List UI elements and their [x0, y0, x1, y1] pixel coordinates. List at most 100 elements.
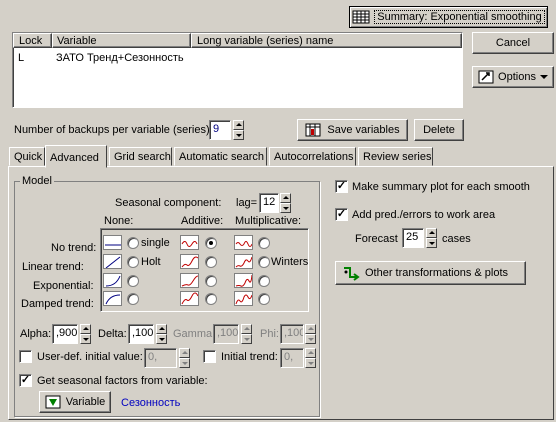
forecast-unit-label: cases	[442, 233, 471, 245]
spin-up-icon[interactable]	[241, 324, 252, 334]
radio-no-trend-none[interactable]	[127, 237, 139, 249]
column-header-long-name[interactable]: Long variable (series) name	[191, 33, 462, 48]
gamma-input[interactable]: ,100	[213, 324, 239, 344]
spin-up-icon[interactable]	[156, 324, 167, 334]
summary-plot-checkbox[interactable]: ✓	[335, 180, 348, 193]
other-transformations-button[interactable]: Other transformations & plots	[335, 261, 526, 285]
radio-no-trend-additive[interactable]	[205, 237, 217, 249]
radio-exponential-none[interactable]	[127, 275, 139, 287]
variable-button-label: Variable	[65, 396, 106, 408]
options-icon	[478, 70, 494, 84]
transform-icon	[344, 267, 360, 281]
radio-damped-trend-none[interactable]	[127, 293, 139, 305]
alpha-spinner[interactable]	[80, 324, 91, 344]
variable-button[interactable]: Variable	[39, 391, 111, 413]
radio-exponential-additive[interactable]	[205, 275, 217, 287]
no-trend-none-icon	[103, 235, 122, 250]
spin-down-icon[interactable]	[80, 334, 91, 344]
add-pred-errors-checkbox[interactable]: ✓	[335, 208, 348, 221]
lag-label: lag=	[236, 197, 258, 209]
holt-label: Holt	[141, 256, 161, 268]
table-icon	[352, 10, 370, 24]
alpha-input[interactable]: ,900	[52, 324, 78, 344]
backups-input[interactable]: 9	[209, 120, 231, 140]
seasonal-factors-checkbox[interactable]: ✓	[19, 374, 32, 387]
radio-linear-trend-multiplicative[interactable]	[258, 256, 270, 268]
forecast-label: Forecast	[355, 233, 398, 245]
user-def-initial-spinner[interactable]	[179, 348, 190, 368]
tab-autocorrelations[interactable]: Autocorrelations	[269, 147, 356, 166]
radio-damped-trend-additive[interactable]	[205, 293, 217, 305]
spin-up-icon[interactable]	[80, 324, 91, 334]
spin-down-icon[interactable]	[305, 358, 316, 368]
no-trend-additive-icon	[180, 235, 199, 250]
spin-up-icon[interactable]	[233, 120, 244, 130]
spin-down-icon[interactable]	[156, 334, 167, 344]
initial-trend-label: Initial trend:	[221, 351, 278, 363]
damped-trend-none-icon	[103, 291, 122, 306]
spin-down-icon[interactable]	[426, 238, 437, 248]
lag-spinner[interactable]	[280, 193, 291, 213]
forecast-input[interactable]: 25	[402, 228, 424, 248]
radio-linear-trend-additive[interactable]	[205, 256, 217, 268]
row-label-no-trend: No trend:	[51, 242, 97, 254]
seasonal-factors-label: Get seasonal factors from variable:	[37, 375, 208, 387]
spin-up-icon[interactable]	[305, 324, 316, 334]
tab-review-series[interactable]: Review series	[358, 147, 433, 166]
radio-no-trend-multiplicative[interactable]	[258, 237, 270, 249]
radio-damped-trend-multiplicative[interactable]	[258, 293, 270, 305]
tab-quick[interactable]: Quick	[9, 147, 45, 166]
linear-trend-none-icon	[103, 254, 122, 269]
summary-button[interactable]: Summary: Exponential smoothing	[349, 6, 548, 28]
spin-up-icon[interactable]	[280, 193, 291, 203]
save-variables-label: Save variables	[327, 124, 400, 136]
save-icon	[305, 123, 321, 137]
dropdown-arrow-icon	[539, 75, 548, 79]
spin-down-icon[interactable]	[233, 130, 244, 140]
table-row[interactable]: L ЗАТО Тренд+Сезонность	[13, 50, 462, 65]
table-header-row: Lock Variable Long variable (series) nam…	[13, 33, 462, 48]
variables-table[interactable]: Lock Variable Long variable (series) nam…	[12, 32, 463, 108]
spin-up-icon[interactable]	[179, 348, 190, 358]
tab-advanced[interactable]: Advanced	[45, 145, 107, 168]
column-header-lock[interactable]: Lock	[13, 33, 52, 48]
user-def-initial-input[interactable]: 0,	[144, 348, 177, 368]
spin-down-icon[interactable]	[280, 203, 291, 213]
spin-down-icon[interactable]	[305, 334, 316, 344]
lag-input[interactable]: 12	[259, 193, 279, 213]
gamma-spinner[interactable]	[241, 324, 252, 344]
radio-exponential-multiplicative[interactable]	[258, 275, 270, 287]
row-label-exponential: Exponential:	[33, 280, 94, 292]
user-def-initial-checkbox[interactable]	[19, 350, 32, 363]
save-variables-button[interactable]: Save variables	[297, 119, 408, 141]
column-header-multiplicative: Multiplicative:	[235, 215, 302, 227]
spin-up-icon[interactable]	[305, 348, 316, 358]
summary-plot-label: Make summary plot for each smooth	[352, 181, 530, 193]
forecast-spinner[interactable]	[426, 228, 437, 248]
no-trend-multiplicative-icon	[234, 235, 253, 250]
tab-grid-search[interactable]: Grid search	[109, 147, 172, 166]
spin-down-icon[interactable]	[241, 334, 252, 344]
backups-spinner[interactable]	[233, 120, 244, 140]
phi-spinner[interactable]	[305, 324, 316, 344]
model-group-label: Model	[20, 175, 54, 187]
delta-label: Delta:	[98, 328, 127, 340]
seasonal-component-label: Seasonal component:	[115, 197, 222, 209]
initial-trend-spinner[interactable]	[305, 348, 316, 368]
gamma-label: Gamma:	[173, 328, 216, 340]
cancel-button[interactable]: Cancel	[472, 32, 554, 54]
delete-button[interactable]: Delete	[414, 119, 464, 141]
damped-trend-multiplicative-icon	[234, 291, 253, 306]
radio-linear-trend-none[interactable]	[127, 256, 139, 268]
initial-trend-input[interactable]: 0,	[280, 348, 304, 368]
tab-automatic-search[interactable]: Automatic search	[174, 147, 267, 166]
spin-up-icon[interactable]	[426, 228, 437, 238]
options-button[interactable]: Options	[472, 66, 554, 88]
delta-input[interactable]: ,100	[128, 324, 154, 344]
winters-label: Winters	[271, 256, 309, 268]
delta-spinner[interactable]	[156, 324, 167, 344]
phi-input[interactable]: ,100	[280, 324, 304, 344]
column-header-variable[interactable]: Variable	[52, 33, 191, 48]
initial-trend-checkbox[interactable]	[203, 350, 216, 363]
spin-down-icon[interactable]	[179, 358, 190, 368]
